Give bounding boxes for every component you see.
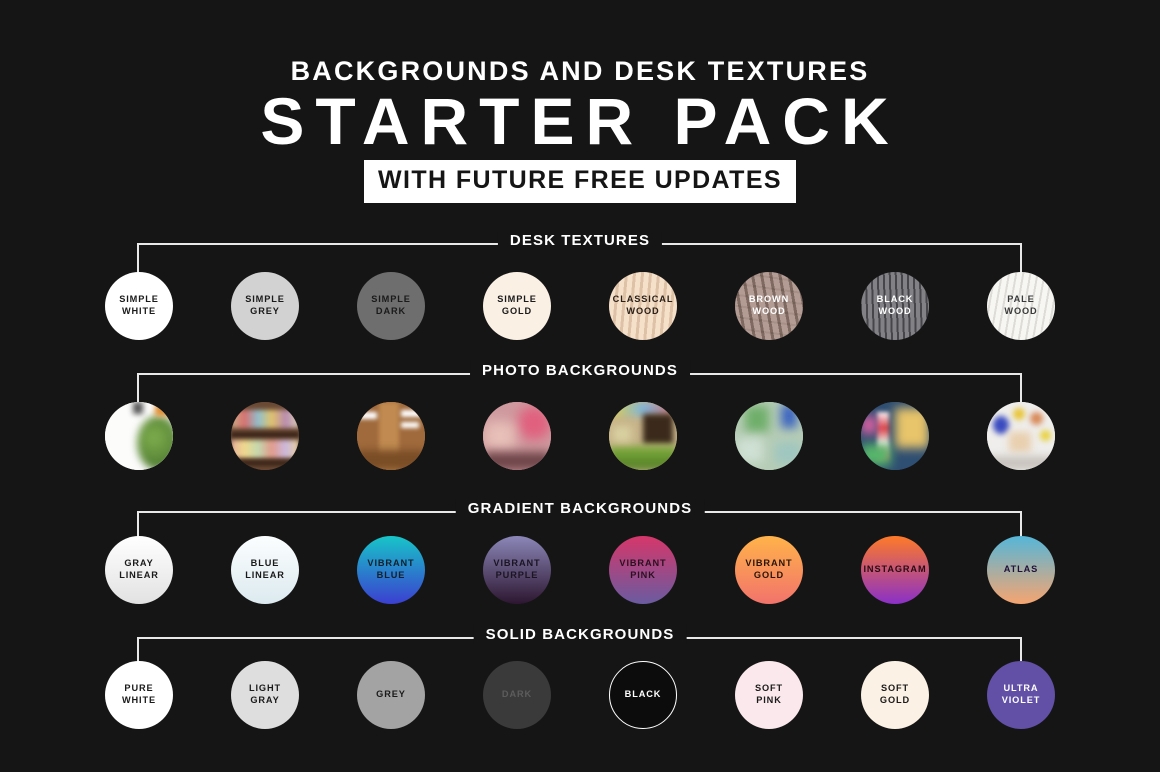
section-label: GRADIENT BACKGROUNDS (455, 500, 705, 517)
swatch-label: CLASSICAL WOOD (612, 294, 674, 316)
photo-thumbnail-art (987, 402, 1055, 470)
swatch-green-vases[interactable] (735, 402, 803, 470)
swatch-vibrant-gold[interactable]: VIBRANT GOLD (735, 536, 803, 604)
swatch-simple-dark[interactable]: SIMPLE DARK (357, 272, 425, 340)
swatch-label: BLACK WOOD (876, 294, 914, 316)
section-label: DESK TEXTURES (497, 232, 663, 249)
swatch-instagram[interactable]: INSTAGRAM (861, 536, 929, 604)
photo-thumbnail-art (483, 402, 551, 470)
swatch-label: LIGHT GRAY (248, 683, 282, 705)
swatch-simple-gold[interactable]: SIMPLE GOLD (483, 272, 551, 340)
swatch-flower-market[interactable] (609, 402, 677, 470)
swatch-bookshelf[interactable] (231, 402, 299, 470)
swatch-label: SIMPLE DARK (371, 294, 411, 316)
swatch-soft-pink[interactable]: SOFT PINK (735, 661, 803, 729)
section-label: PHOTO BACKGROUNDS (470, 362, 690, 379)
swatch-candy-shop[interactable] (861, 402, 929, 470)
swatch-label: BLUE LINEAR (245, 558, 285, 580)
photo-thumbnail-art (105, 402, 173, 470)
swatch-label: GREY (376, 689, 406, 700)
swatch-blue-linear[interactable]: BLUE LINEAR (231, 536, 299, 604)
swatch-classical-wood[interactable]: CLASSICAL WOOD (609, 272, 677, 340)
rail-drop-left (137, 243, 139, 273)
section-label: SOLID BACKGROUNDS (473, 626, 687, 643)
rail-drop-right (1020, 243, 1022, 273)
swatch-label: BROWN WOOD (748, 294, 790, 316)
header-kicker: BACKGROUNDS AND DESK TEXTURES (290, 56, 870, 86)
swatch-label: VIBRANT PURPLE (493, 558, 541, 580)
swatch-grey[interactable]: GREY (357, 661, 425, 729)
swatch-label: VIBRANT BLUE (367, 558, 415, 580)
swatch-vibrant-purple[interactable]: VIBRANT PURPLE (483, 536, 551, 604)
swatch-pure-white[interactable]: PURE WHITE (105, 661, 173, 729)
header-badge: WITH FUTURE FREE UPDATES (364, 160, 796, 203)
swatch-atlas[interactable]: ATLAS (987, 536, 1055, 604)
photo-thumbnail-art (231, 402, 299, 470)
swatch-label: PALE WOOD (1004, 294, 1038, 316)
swatch-ultra-violet[interactable]: ULTRA VIOLET (987, 661, 1055, 729)
swatch-black-wood[interactable]: BLACK WOOD (861, 272, 929, 340)
header-title: STARTER PACK (260, 84, 900, 158)
swatch-cafe-interior[interactable] (357, 402, 425, 470)
swatch-simple-white[interactable]: SIMPLE WHITE (105, 272, 173, 340)
swatch-label: SIMPLE GREY (245, 294, 285, 316)
swatch-brown-wood[interactable]: BROWN WOOD (735, 272, 803, 340)
swatch-vibrant-pink[interactable]: VIBRANT PINK (609, 536, 677, 604)
swatch-label: SOFT GOLD (879, 683, 911, 705)
rail-drop-left (137, 373, 139, 403)
swatch-label: DARK (501, 689, 533, 700)
swatch-light-gray[interactable]: LIGHT GRAY (231, 661, 299, 729)
swatch-gray-linear[interactable]: GRAY LINEAR (105, 536, 173, 604)
photo-thumbnail-art (861, 402, 929, 470)
swatch-dark[interactable]: DARK (483, 661, 551, 729)
swatch-label: PURE WHITE (121, 683, 157, 705)
swatch-label: VIBRANT GOLD (745, 558, 793, 580)
header-badge-wrap: WITH FUTURE FREE UPDATES (0, 160, 1160, 203)
swatch-black[interactable]: BLACK (609, 661, 677, 729)
swatch-label: VIBRANT PINK (619, 558, 667, 580)
rail-drop-right (1020, 373, 1022, 403)
swatch-balloons-white[interactable] (987, 402, 1055, 470)
swatch-label: ULTRA VIOLET (1001, 683, 1041, 705)
swatch-label: SOFT PINK (754, 683, 784, 705)
swatch-label: SIMPLE WHITE (119, 294, 159, 316)
swatch-simple-grey[interactable]: SIMPLE GREY (231, 272, 299, 340)
swatch-vibrant-blue[interactable]: VIBRANT BLUE (357, 536, 425, 604)
photo-thumbnail-art (609, 402, 677, 470)
poster-canvas: BACKGROUNDS AND DESK TEXTURES STARTER PA… (0, 0, 1160, 772)
swatch-label: SIMPLE GOLD (497, 294, 537, 316)
swatch-label: BLACK (624, 689, 662, 700)
swatch-label: ATLAS (1003, 564, 1039, 575)
photo-thumbnail-art (357, 402, 425, 470)
swatch-pale-wood[interactable]: PALE WOOD (987, 272, 1055, 340)
swatch-label: GRAY LINEAR (119, 558, 159, 580)
swatch-label: INSTAGRAM (863, 564, 927, 575)
swatch-white-plant[interactable] (105, 402, 173, 470)
swatch-soft-gold[interactable]: SOFT GOLD (861, 661, 929, 729)
swatch-pink-store[interactable] (483, 402, 551, 470)
photo-thumbnail-art (735, 402, 803, 470)
